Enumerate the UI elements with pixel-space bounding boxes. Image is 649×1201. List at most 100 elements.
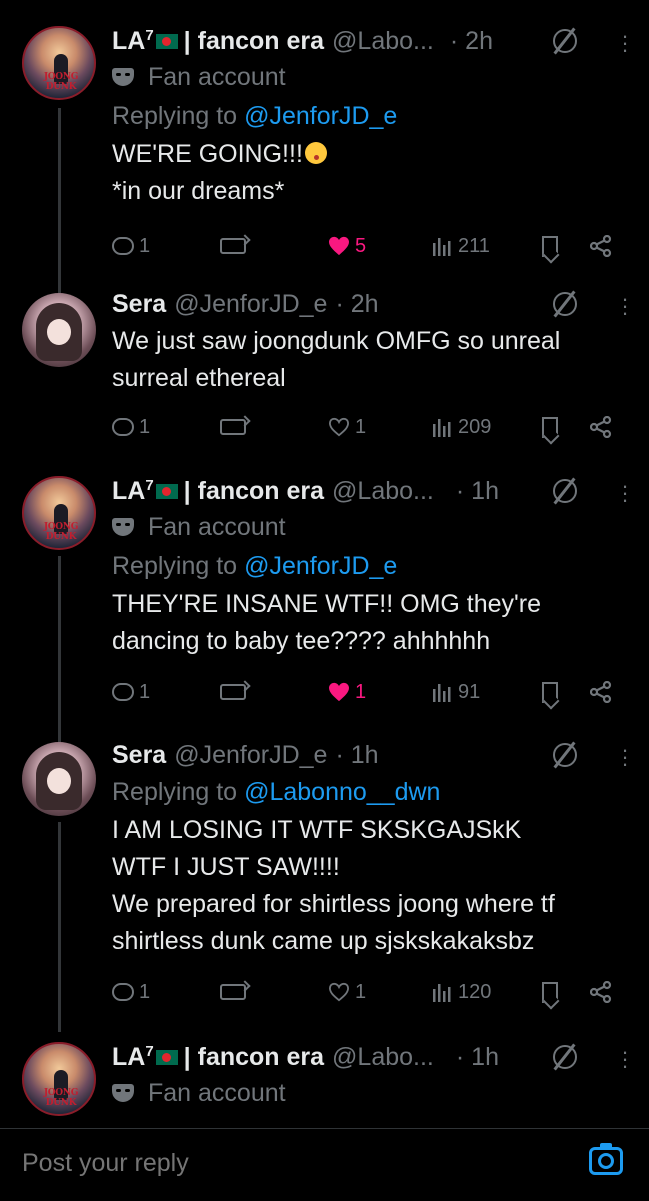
blocked-icon [553, 1045, 577, 1069]
share-button[interactable] [590, 974, 612, 1010]
bookmark-icon [542, 681, 558, 703]
share-button[interactable] [590, 674, 612, 710]
views-icon [433, 684, 451, 702]
tweet-actions: 1 1 209 [112, 409, 617, 445]
tweet-text: We just saw joongdunk OMFG so unreal sur… [112, 327, 561, 392]
reply-button[interactable]: 1 [112, 409, 150, 445]
bangladesh-flag-icon [155, 484, 178, 500]
avatar[interactable]: JOONG DUNK [22, 26, 96, 100]
display-name[interactable]: LA7 | fancon era [112, 1043, 324, 1072]
blocked-icon [553, 29, 577, 53]
reply-button[interactable]: 1 [112, 674, 150, 710]
retweet-button[interactable] [220, 228, 246, 264]
reply-thread: JOONG DUNK LA7 | fancon era @Labo... · 2h… [0, 0, 649, 1128]
retweet-icon [220, 684, 246, 700]
timestamp[interactable]: · 1h [456, 1043, 499, 1072]
reply-button[interactable]: 1 [112, 974, 150, 1010]
fan-mask-icon [112, 1084, 134, 1102]
reply-icon [112, 237, 134, 255]
tweet-text: I AM LOSING IT WTF SKSKGAJSkK WTF I JUST… [112, 816, 555, 955]
handle[interactable]: @JenforJD_e [174, 290, 327, 319]
tweet-actions: 1 1 120 [112, 974, 617, 1010]
heart-icon [329, 682, 349, 702]
reply-input[interactable] [22, 1149, 502, 1178]
share-icon [590, 981, 612, 1003]
tweet-actions: 1 1 91 [112, 674, 617, 710]
fan-mask-icon [112, 518, 134, 536]
fan-account-badge: Fan account [112, 1074, 629, 1112]
handle[interactable]: @Labo... [332, 477, 434, 506]
views-button[interactable]: 91 [432, 674, 480, 710]
reply-button[interactable]: 1 [112, 228, 150, 264]
replying-to: Replying to @JenforJD_e [112, 101, 398, 131]
display-name[interactable]: Sera [112, 741, 166, 770]
mention-link[interactable]: @Labonno__dwn [244, 778, 440, 807]
like-button[interactable]: 5 [328, 228, 366, 264]
bookmark-icon [542, 416, 558, 438]
replying-to: Replying to @Labonno__dwn [112, 777, 441, 807]
bookmark-button[interactable] [542, 674, 558, 710]
reply-icon [112, 683, 134, 701]
blocked-icon [553, 292, 577, 316]
share-icon [590, 681, 612, 703]
bookmark-button[interactable] [542, 974, 558, 1010]
views-icon [433, 419, 451, 437]
avatar[interactable] [22, 293, 96, 367]
fan-mask-icon [112, 68, 134, 86]
handle[interactable]: @Labo... [332, 1043, 434, 1072]
more-icon[interactable]: · · · [621, 474, 629, 510]
tweet-actions: 1 5 211 [112, 228, 617, 264]
bookmark-button[interactable] [542, 228, 558, 264]
mention-link[interactable]: @JenforJD_e [244, 552, 397, 581]
timestamp[interactable]: · 1h [335, 741, 378, 770]
handle[interactable]: @JenforJD_e [174, 741, 327, 770]
like-button[interactable]: 1 [328, 409, 366, 445]
avatar[interactable]: JOONG DUNK [22, 476, 96, 550]
reply-icon [112, 418, 134, 436]
like-button[interactable]: 1 [328, 674, 366, 710]
views-button[interactable]: 209 [432, 409, 491, 445]
retweet-button[interactable] [220, 674, 246, 710]
reply-icon [112, 983, 134, 1001]
share-icon [590, 235, 612, 257]
timestamp[interactable]: · 2h [335, 290, 378, 319]
more-icon[interactable]: · · · [621, 1040, 629, 1076]
heart-icon [328, 417, 350, 437]
bookmark-icon [542, 981, 558, 1003]
camera-icon[interactable] [589, 1143, 623, 1175]
retweet-icon [220, 984, 246, 1000]
handle[interactable]: @Labo... [332, 27, 434, 56]
display-name[interactable]: LA7 | fancon era [112, 27, 324, 56]
views-button[interactable]: 120 [432, 974, 491, 1010]
display-name[interactable]: Sera [112, 290, 166, 319]
bangladesh-flag-icon [155, 1050, 178, 1066]
views-icon [433, 984, 451, 1002]
more-icon[interactable]: · · · [621, 738, 629, 774]
avatar[interactable]: JOONG DUNK [22, 1042, 96, 1116]
mention-link[interactable]: @JenforJD_e [244, 102, 397, 131]
blocked-icon [553, 479, 577, 503]
display-name[interactable]: LA7 | fancon era [112, 477, 324, 506]
thread-line [58, 822, 61, 1032]
tweet-text: WE'RE GOING!!! *in our dreams* [112, 136, 629, 210]
share-button[interactable] [590, 228, 612, 264]
bookmark-icon [542, 235, 558, 257]
more-icon[interactable]: · · · [621, 287, 629, 323]
blocked-icon [553, 743, 577, 767]
share-button[interactable] [590, 409, 612, 445]
like-button[interactable]: 1 [328, 974, 366, 1010]
bookmark-button[interactable] [542, 409, 558, 445]
retweet-button[interactable] [220, 974, 246, 1010]
timestamp[interactable]: · 1h [456, 477, 499, 506]
reply-composer [0, 1128, 649, 1201]
fan-account-badge: Fan account [112, 58, 629, 96]
timestamp[interactable]: · 2h [450, 27, 493, 56]
views-button[interactable]: 211 [432, 228, 490, 264]
avatar[interactable] [22, 742, 96, 816]
thread-line [58, 556, 61, 746]
fan-account-badge: Fan account [112, 508, 629, 546]
retweet-button[interactable] [220, 409, 246, 445]
heart-icon [329, 236, 349, 256]
more-icon[interactable]: · · · [621, 24, 629, 60]
heart-icon [328, 982, 350, 1002]
